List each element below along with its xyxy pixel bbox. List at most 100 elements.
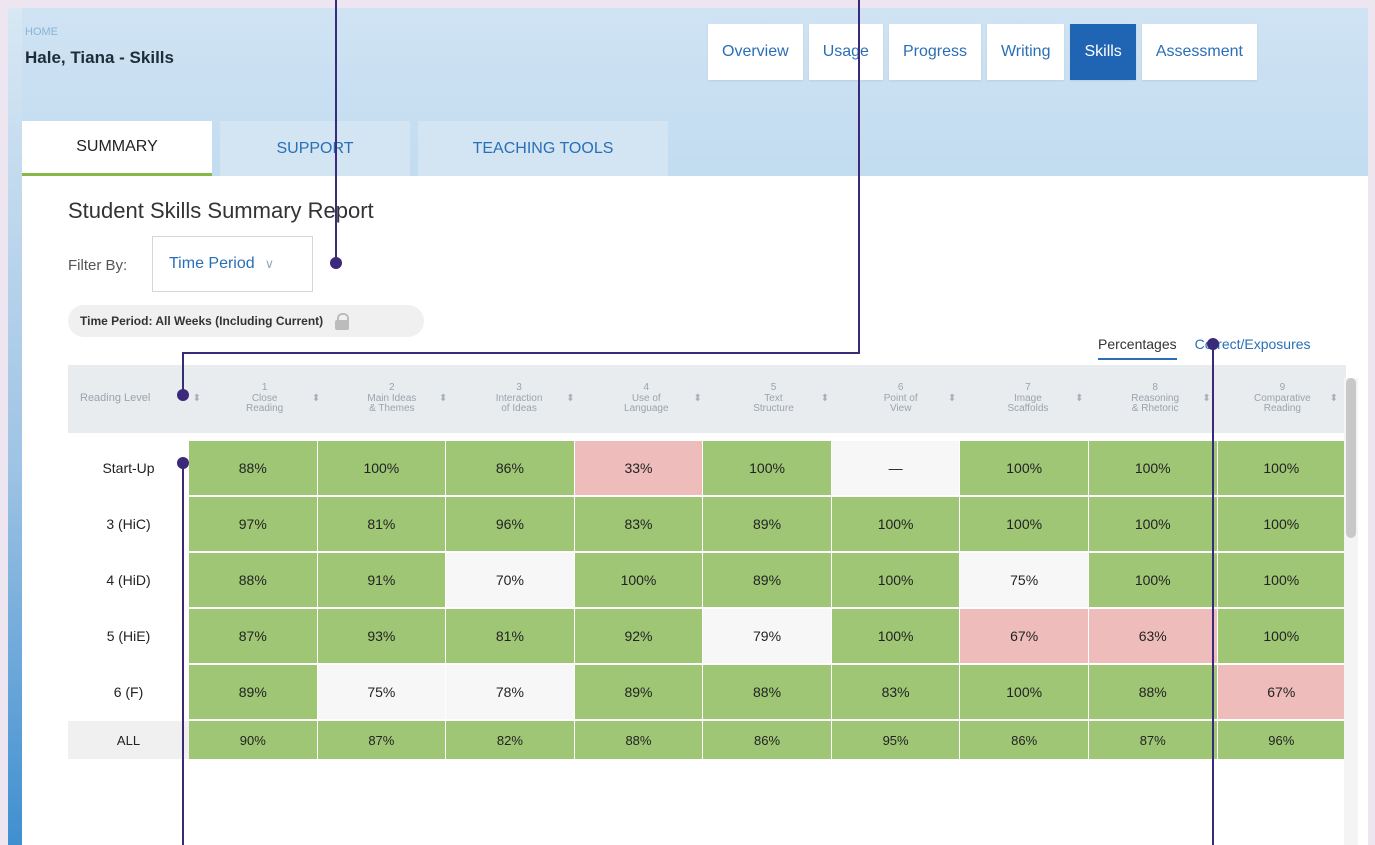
nav-tabs: Overview Usage Progress Writing Skills A… [708,24,1257,80]
col-num: 3 [516,382,522,394]
page-title: Hale, Tiana - Skills [25,48,174,67]
skill-cell: — [831,441,960,495]
skill-cell: 82% [446,721,574,759]
scrollbar-thumb[interactable] [1346,378,1356,538]
skill-cell: 90% [189,721,317,759]
subtab-summary[interactable]: SUMMARY [22,121,212,176]
col-header-8[interactable]: 8 Reasoning & Rhetoric ⬍ [1092,365,1219,433]
table-header-row: Reading Level ⬍ 1 Close Reading ⬍ 2 Main Ide… [68,365,1346,433]
row-label: ALL [68,721,189,759]
col-header-4[interactable]: 4 Use of Language ⬍ [583,365,710,433]
filter-label: Filter By: [68,257,128,274]
skill-cell: 100% [831,609,960,663]
skill-cell: 89% [189,665,317,719]
skill-cell: 100% [703,441,831,495]
skill-cell: 81% [446,609,574,663]
col-line2: of Ideas [501,403,537,415]
sort-icon[interactable]: ⬍ [439,393,447,405]
col-header-1[interactable]: 1 Close Reading ⬍ [201,365,328,433]
col-num: 8 [1152,382,1158,394]
col-num: 4 [643,382,650,394]
sort-icon[interactable]: ⬍ [693,393,701,405]
skill-cell: 75% [317,665,446,719]
callout-dot [177,457,189,469]
col-header-9[interactable]: 9 Comparative Reading ⬍ [1219,365,1346,433]
col-line2: & Themes [369,403,415,415]
callout-line [335,0,337,262]
col-num: 2 [389,382,395,394]
skill-cell: 100% [574,553,703,607]
skill-cell: 88% [1088,665,1217,719]
skill-cell: 100% [1088,497,1217,551]
table-row-all: ALL 90% 87% 82% 88% 86% 95% 86% 87% 96% [68,721,1346,759]
subtab-teaching-tools[interactable]: TEACHING TOOLS [418,121,668,176]
sort-icon[interactable]: ⬍ [948,393,956,405]
subtab-support[interactable]: SUPPORT [220,121,410,176]
tab-assessment[interactable]: Assessment [1141,24,1257,80]
col-line1: Main Ideas [367,392,417,404]
tab-skills[interactable]: Skills [1070,24,1136,80]
skill-cell: 96% [1217,721,1346,759]
skill-cell: 88% [703,665,831,719]
skill-cell: 78% [446,665,574,719]
col-num: 7 [1025,382,1031,394]
table-row: 6 (F) 89% 75% 78% 89% 88% 83% 100% 88% 67% [68,665,1346,719]
sort-icon[interactable]: ⬍ [312,393,320,405]
col-line2: Reading [245,403,284,415]
col-line1: Close [251,392,278,404]
col-line1: Text [764,392,783,404]
sort-icon[interactable]: ⬍ [1330,393,1338,405]
skill-cell: 75% [960,553,1088,607]
sort-icon[interactable]: ⬍ [566,393,574,405]
sort-icon[interactable]: ⬍ [1202,393,1210,405]
skill-cell: 89% [703,553,831,607]
sort-icon[interactable]: ⬍ [821,393,829,405]
skill-cell: 67% [960,609,1088,663]
skill-cell: 100% [960,497,1088,551]
table-row: 5 (HiE) 87% 93% 81% 92% 79% 100% 67% 63% 100% [68,609,1346,663]
col-line1: Image [1014,392,1042,404]
sort-icon[interactable]: ⬍ [193,393,201,405]
time-period-dropdown[interactable]: Time Period ∨ [152,236,313,292]
tab-usage[interactable]: Usage [808,24,883,80]
sort-icon[interactable]: ⬍ [1075,393,1083,405]
callout-line [858,0,860,354]
col-line1: Reasoning [1131,392,1180,404]
col-header-6[interactable]: 6 Point of View ⬍ [837,365,964,433]
col-line1: Use of [631,392,661,404]
col-line2: Structure [753,403,794,415]
skill-cell: 96% [446,497,574,551]
skill-cell: 63% [1088,609,1217,663]
view-toggle: Percentages Correct/Exposures [1098,336,1311,360]
tab-progress[interactable]: Progress [888,24,981,80]
col-header-2[interactable]: 2 Main Ideas & Themes ⬍ [328,365,455,433]
col-header-7[interactable]: 7 Image Scaffolds ⬍ [964,365,1091,433]
skill-cell: 100% [1217,609,1346,663]
col-header-3[interactable]: 3 Interaction of Ideas ⬍ [455,365,582,433]
col-header-5[interactable]: 5 Text Structure ⬍ [710,365,837,433]
table-row: 4 (HiD) 88% 91% 70% 100% 89% 100% 75% 100% 100% [68,553,1346,607]
callout-dot [177,389,189,401]
col-line1: Point of [883,392,918,404]
callout-line [182,352,860,354]
callout-line [1212,343,1214,845]
skill-cell: 100% [1088,441,1217,495]
percentages-toggle[interactable]: Percentages [1098,336,1177,360]
skill-cell: 97% [189,497,317,551]
callout-dot [1207,338,1219,350]
callout-line [182,462,184,845]
tab-writing[interactable]: Writing [986,24,1065,80]
col-header-label: Reading Level [80,392,151,405]
col-line1: Interaction [495,392,543,404]
breadcrumb[interactable]: HOME [25,26,58,38]
tab-overview[interactable]: Overview [708,24,803,80]
skill-cell: 33% [574,441,703,495]
skill-cell: 100% [831,553,960,607]
col-line2: & Rhetoric [1131,403,1179,415]
time-chip-label: Time Period: All Weeks (Including Curren… [80,314,324,328]
row-label: 6 (F) [68,665,189,719]
skill-cell: 100% [960,665,1088,719]
col-num: 1 [261,382,268,394]
skill-cell: 91% [317,553,446,607]
lock-icon [335,313,350,330]
